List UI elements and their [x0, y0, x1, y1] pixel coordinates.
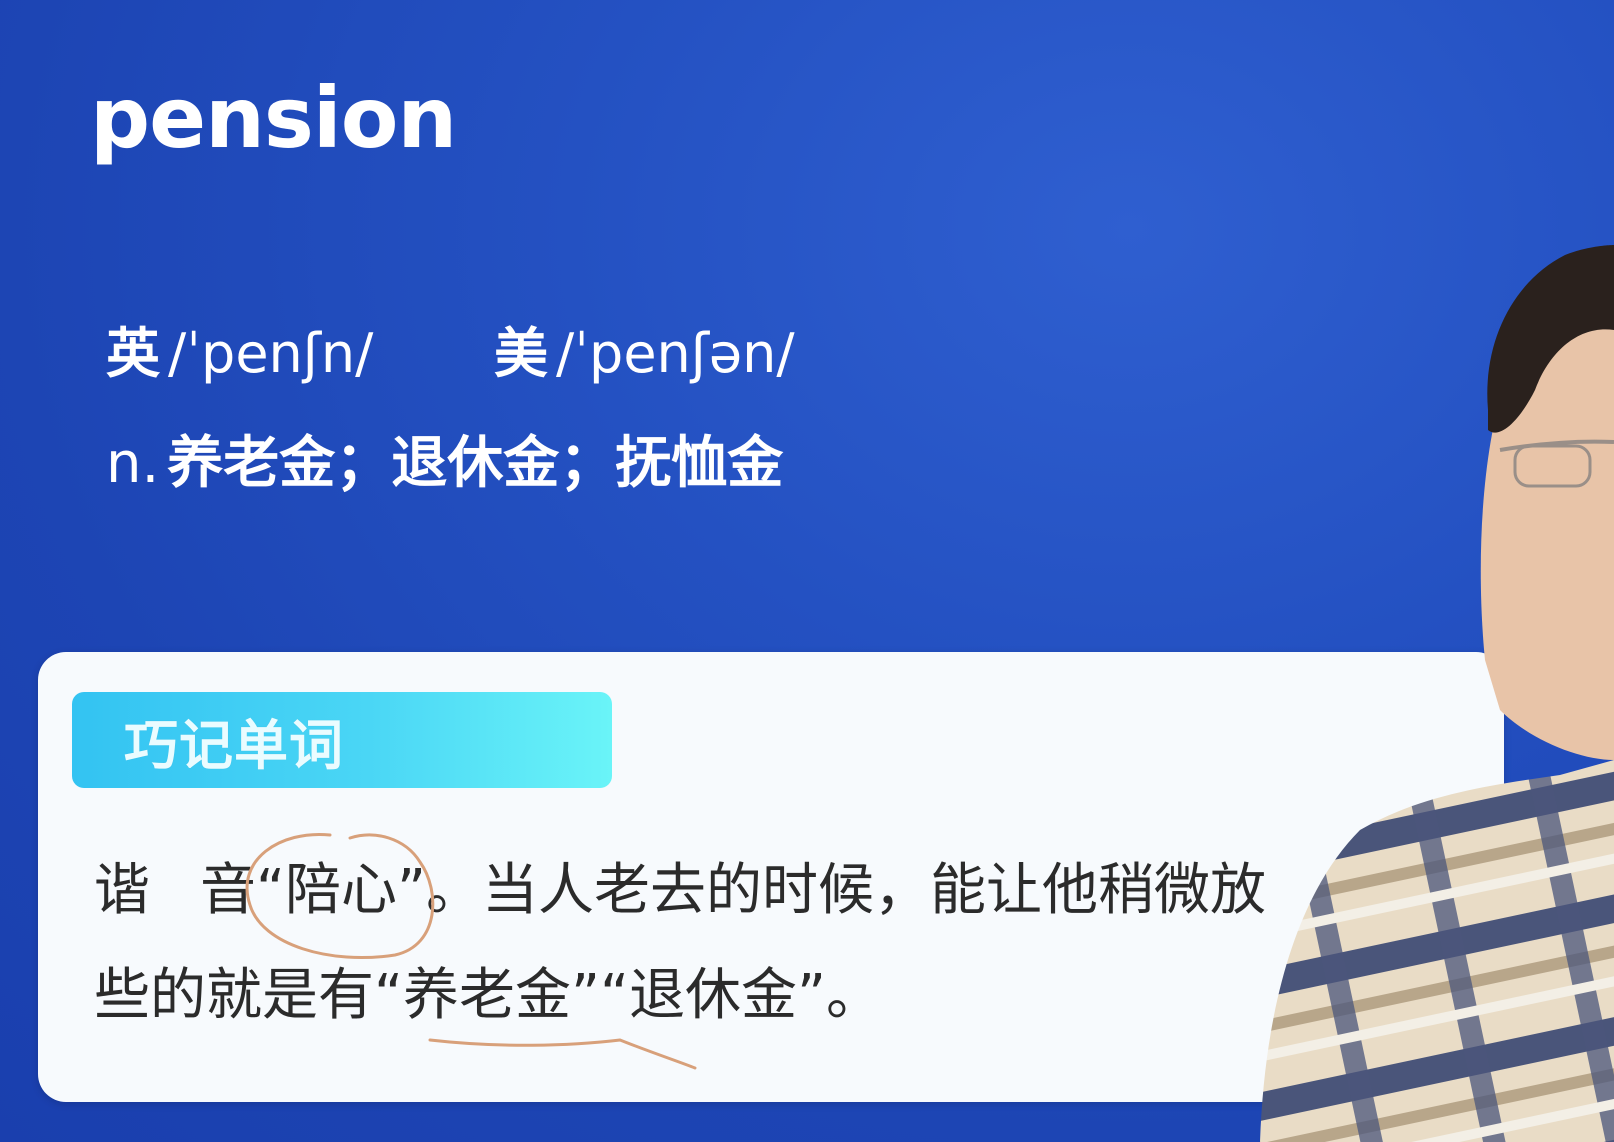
us-ipa: /ˈpenʃən/ [556, 322, 795, 385]
mnemonic-line-2: 些的就是有“养老金”“退休金”。 [94, 963, 883, 1028]
part-of-speech: n. [106, 431, 160, 496]
mnemonic-badge: 巧记单词 [72, 692, 612, 788]
vocabulary-word: pension [90, 69, 457, 167]
word-definition: n. 养老金；退休金；抚恤金 [106, 430, 783, 497]
uk-ipa: /ˈpenʃn/ [168, 322, 374, 385]
us-label: 美 [494, 322, 548, 385]
uk-label: 英 [106, 322, 160, 385]
mnemonic-badge-label: 巧记单词 [124, 713, 344, 777]
uk-pronunciation: 英/ˈpenʃn/ [106, 322, 373, 387]
us-pronunciation: 美/ˈpenʃən/ [494, 322, 795, 387]
definition-meanings: 养老金；退休金；抚恤金 [167, 431, 784, 496]
mnemonic-card: 巧记单词 谐音“陪心”。当人老去的时候，能让他稍微放 些的就是有“养老金”“退休… [38, 652, 1504, 1102]
mnemonic-line-1-rest: 音“陪心”。当人老去的时候，能让他稍微放 [200, 858, 1267, 923]
mnemonic-line-1-start: 谐 [94, 858, 150, 923]
lesson-slide: pension 英/ˈpenʃn/ 美/ˈpenʃən/ n. 养老金；退休金；抚… [0, 0, 1614, 1142]
mnemonic-line-1: 谐音“陪心”。当人老去的时候，能让他稍微放 [94, 857, 1266, 924]
